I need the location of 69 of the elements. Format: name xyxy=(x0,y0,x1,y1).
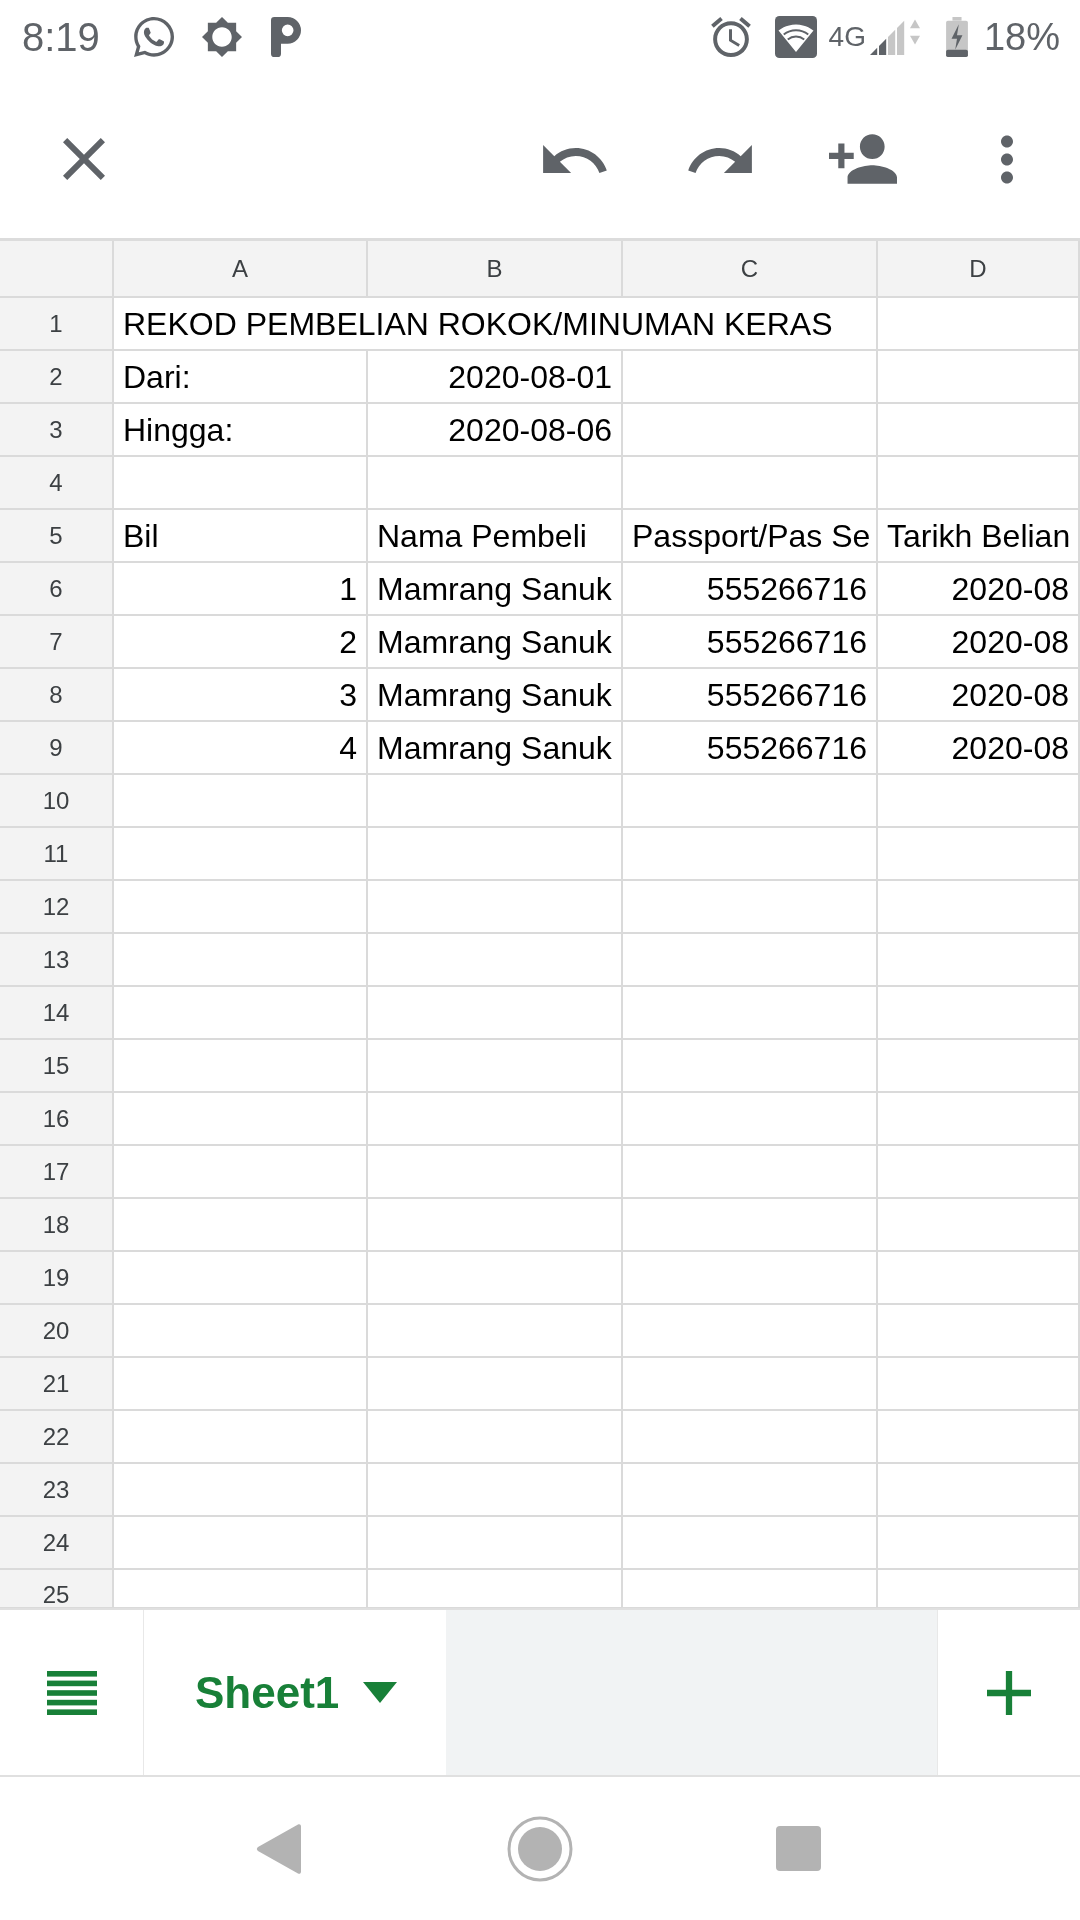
brightness-icon xyxy=(201,17,242,57)
column-header[interactable]: C xyxy=(623,241,878,298)
home-icon[interactable] xyxy=(507,1815,573,1882)
row-number[interactable]: 11 xyxy=(0,828,114,881)
row-number[interactable]: 15 xyxy=(0,1040,114,1093)
sheet-cell[interactable]: Nama Pembeli xyxy=(368,510,623,563)
sheet-cell[interactable]: 2020-08 xyxy=(878,616,1080,669)
back-icon[interactable] xyxy=(256,1822,301,1875)
recent-apps-icon[interactable] xyxy=(776,1826,821,1871)
clock-time: 8:19 xyxy=(22,17,100,57)
sheet-cell[interactable]: Tarikh Belian xyxy=(878,510,1080,563)
row-number[interactable]: 6 xyxy=(0,563,114,616)
sheet-cell[interactable]: 555266716 xyxy=(623,616,878,669)
row-number[interactable]: 7 xyxy=(0,616,114,669)
wifi-icon xyxy=(774,16,817,58)
signal-bars-icon xyxy=(869,19,906,55)
row-number[interactable]: 16 xyxy=(0,1093,114,1146)
sheet-cell[interactable]: 2 xyxy=(114,616,368,669)
row-number[interactable]: 1 xyxy=(0,298,114,351)
column-header[interactable]: D xyxy=(878,241,1080,298)
row-number[interactable]: 8 xyxy=(0,669,114,722)
undo-icon[interactable] xyxy=(543,145,607,173)
sheet-cell[interactable]: 555266716 xyxy=(623,669,878,722)
sheet-cell[interactable]: Mamrang Sanuk xyxy=(368,563,623,616)
sheet-cell[interactable]: Mamrang Sanuk xyxy=(368,669,623,722)
row-number[interactable]: 19 xyxy=(0,1252,114,1305)
row-number[interactable]: 3 xyxy=(0,404,114,457)
row-number[interactable]: 13 xyxy=(0,934,114,987)
row-number[interactable]: 23 xyxy=(0,1464,114,1517)
caret-down-icon xyxy=(363,1682,398,1703)
sheet-cell[interactable]: Bil xyxy=(114,510,368,563)
sheet-cell[interactable]: Dari: xyxy=(114,351,368,404)
row-number[interactable]: 25 xyxy=(0,1570,114,1608)
column-header[interactable]: B xyxy=(368,241,623,298)
row-number[interactable]: 2 xyxy=(0,351,114,404)
row-number[interactable]: 17 xyxy=(0,1146,114,1199)
alarm-clock-icon xyxy=(710,17,751,57)
row-number[interactable]: 4 xyxy=(0,457,114,510)
sheet-cell[interactable]: 555266716 xyxy=(623,563,878,616)
close-icon[interactable] xyxy=(63,138,105,180)
sheet-cell[interactable]: Passport/Pas Se xyxy=(623,510,878,563)
empty-cell[interactable] xyxy=(878,298,1080,351)
row-number[interactable]: 22 xyxy=(0,1411,114,1464)
redo-icon[interactable] xyxy=(688,145,752,173)
row-number[interactable]: 5 xyxy=(0,510,114,563)
p-logo-icon xyxy=(270,17,301,57)
add-person-icon[interactable] xyxy=(829,134,897,184)
data-arrows-icon xyxy=(909,19,920,45)
row-number[interactable]: 20 xyxy=(0,1305,114,1358)
column-header[interactable]: A xyxy=(114,241,368,298)
network-type: 4G xyxy=(828,23,866,51)
sheet-cell[interactable]: 2020-08 xyxy=(878,563,1080,616)
row-number[interactable]: 18 xyxy=(0,1199,114,1252)
chat-bubble-icon xyxy=(133,17,174,57)
sheet-cell[interactable]: 1 xyxy=(114,563,368,616)
sheet-list-icon[interactable] xyxy=(46,1670,97,1715)
more-options-icon[interactable] xyxy=(1001,134,1013,184)
sheet-cell[interactable]: 2020-08 xyxy=(878,669,1080,722)
row-number[interactable]: 24 xyxy=(0,1517,114,1570)
sheet-cell[interactable]: Mamrang Sanuk xyxy=(368,616,623,669)
row-number[interactable]: 9 xyxy=(0,722,114,775)
row-number[interactable]: 10 xyxy=(0,775,114,828)
battery-percent: 18% xyxy=(983,18,1060,56)
add-icon[interactable] xyxy=(987,1670,1031,1715)
row-number[interactable]: 21 xyxy=(0,1358,114,1411)
charging-battery-icon xyxy=(945,17,968,57)
row-number[interactable]: 14 xyxy=(0,987,114,1040)
sheet-cell[interactable]: 3 xyxy=(114,669,368,722)
row-number[interactable]: 12 xyxy=(0,881,114,934)
